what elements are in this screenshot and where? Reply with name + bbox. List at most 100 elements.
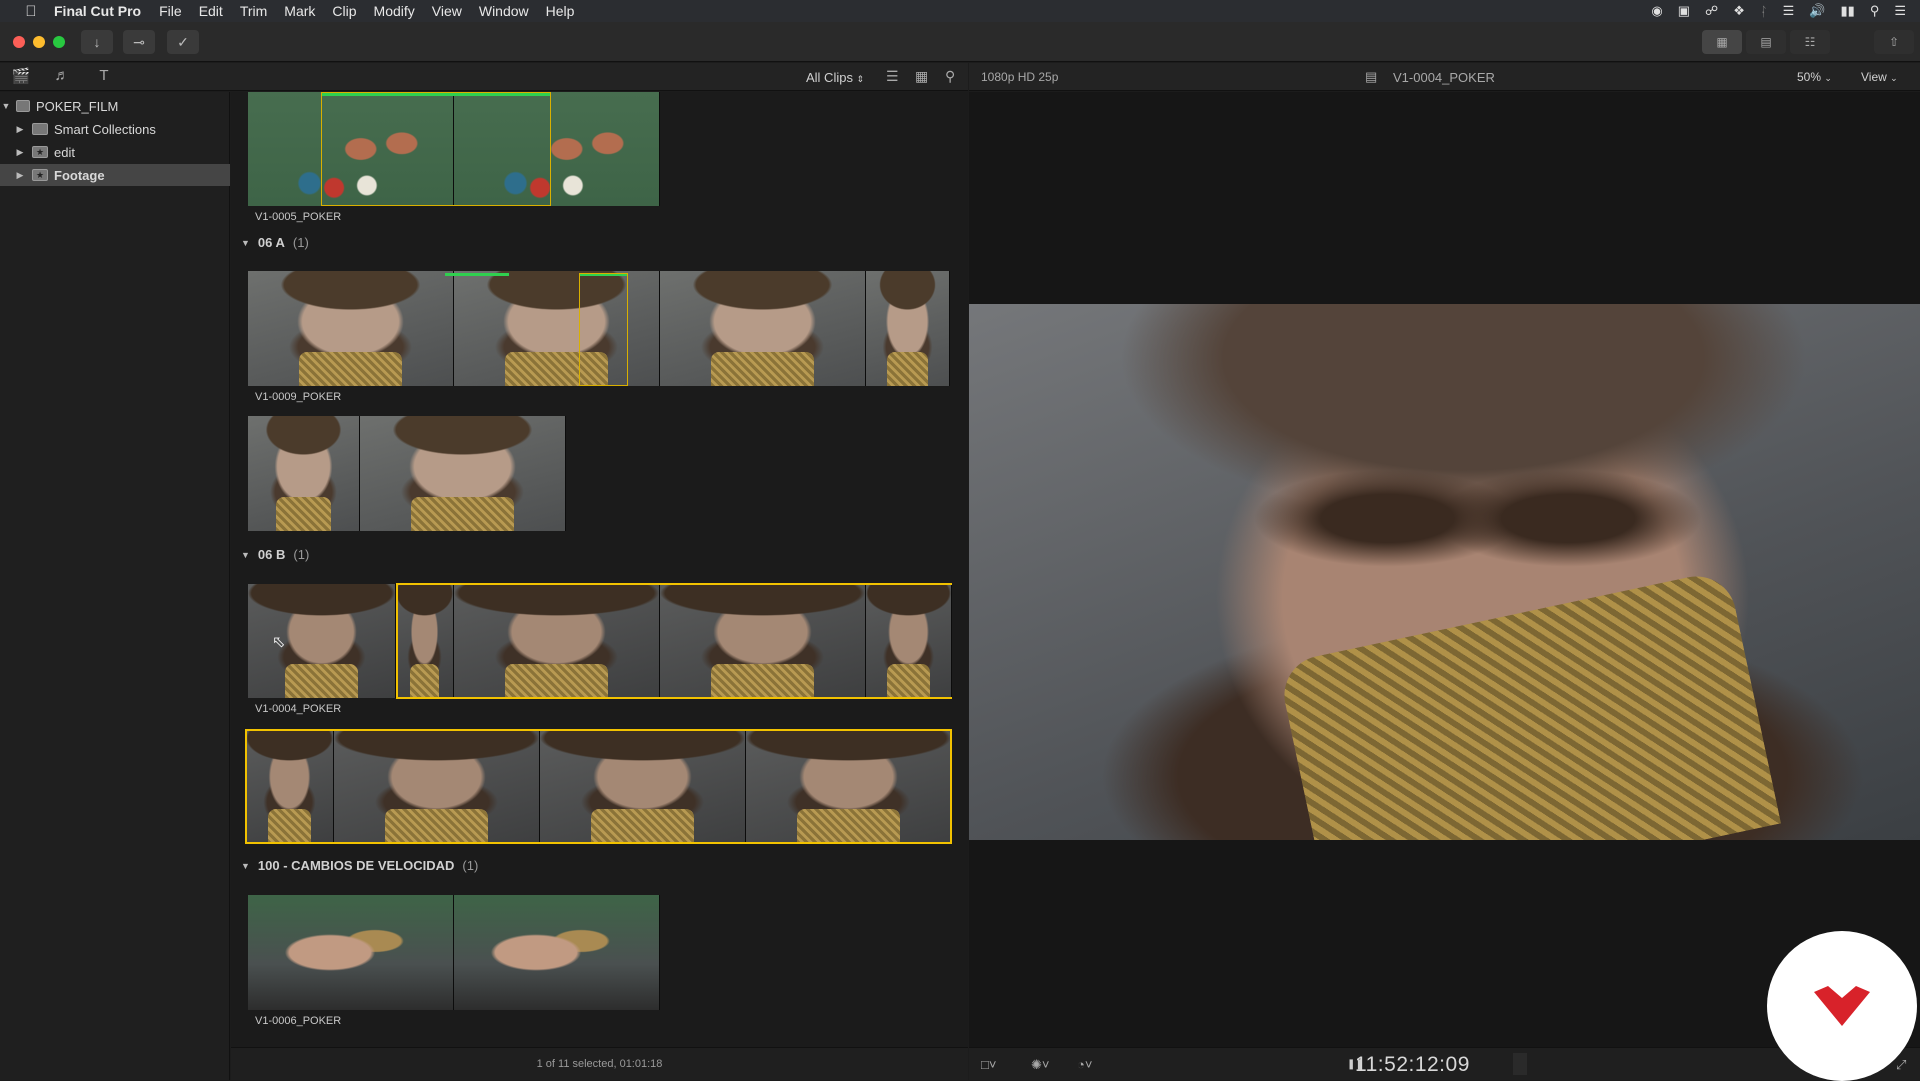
volume-icon[interactable]: 🔊 bbox=[1809, 3, 1825, 19]
section-title: 06 A bbox=[257, 235, 285, 250]
menu-modify[interactable]: Modify bbox=[374, 3, 415, 19]
menu-window[interactable]: Window bbox=[479, 3, 529, 19]
sidebar-item-label: Smart Collections bbox=[54, 121, 156, 137]
show-inspector-button[interactable]: ☷ bbox=[1790, 30, 1830, 54]
zoom-level: 50% bbox=[1797, 70, 1822, 84]
record-icon[interactable]: ◉ bbox=[1651, 3, 1662, 19]
sidebar-item-label: Footage bbox=[54, 167, 105, 183]
browser-status-bar: 1 of 11 selected, 01:01:18 bbox=[231, 1047, 968, 1080]
clip-thumbnail bbox=[454, 895, 660, 1010]
viewer-canvas[interactable] bbox=[969, 92, 1920, 1047]
enhancements-icon[interactable]: ✺˅ bbox=[1031, 1057, 1049, 1073]
list-view-icon[interactable]: ☰ bbox=[886, 68, 899, 85]
libraries-clapper-icon[interactable]: 🎬 bbox=[10, 67, 32, 87]
view-dropdown[interactable]: View ⌄ bbox=[1861, 70, 1898, 84]
clip-filmstrip-v1-0004-continued[interactable] bbox=[246, 729, 952, 843]
clip-filter-dropdown[interactable]: All Clips ⇕ bbox=[806, 70, 864, 85]
disclosure-triangle-icon[interactable]: ▼ bbox=[241, 861, 250, 871]
menu-trim[interactable]: Trim bbox=[240, 3, 267, 19]
transform-tool-icon[interactable]: □˅ bbox=[981, 1057, 996, 1072]
minimize-window-button[interactable] bbox=[33, 36, 45, 48]
viewer-controls-bar: □˅ ✺˅ ◔˅ ❚❚ 11:52:12:09 ⤢ bbox=[969, 1047, 1920, 1080]
notification-center-icon[interactable]: ☰ bbox=[1894, 3, 1906, 19]
keywords-button[interactable]: ⊸ bbox=[123, 30, 155, 54]
menu-clip[interactable]: Clip bbox=[332, 3, 356, 19]
library-poker-film[interactable]: ▼ POKER_FILM bbox=[0, 95, 230, 117]
library-label: POKER_FILM bbox=[36, 98, 119, 114]
creative-cloud-icon[interactable]: ☍ bbox=[1705, 3, 1718, 19]
battery-icon[interactable]: ▮▮ bbox=[1841, 3, 1855, 19]
menu-app-name[interactable]: Final Cut Pro bbox=[54, 3, 141, 19]
filmstrip-icon: ▤ bbox=[1365, 69, 1378, 84]
libraries-sidebar: ▼ POKER_FILM ▶ Smart Collections ▶ ★ edi… bbox=[0, 92, 230, 1080]
section-header-100[interactable]: ▼ 100 - CAMBIOS DE VELOCIDAD (1) bbox=[241, 858, 478, 873]
bluetooth-icon[interactable]: ᛛ bbox=[1760, 4, 1768, 19]
disclosure-triangle-icon[interactable]: ▶ bbox=[14, 124, 26, 135]
search-icon[interactable]: ⚲ bbox=[945, 68, 955, 85]
dropbox-icon[interactable]: ❖ bbox=[1733, 3, 1745, 19]
retiming-speed-icon[interactable]: ◔˅ bbox=[1077, 1057, 1092, 1072]
clip-filmstrip-v1-0005[interactable] bbox=[248, 92, 660, 206]
viewer-format: 1080p HD 25p bbox=[981, 70, 1059, 84]
sidebar-item-footage[interactable]: ▶ ★ Footage bbox=[0, 164, 230, 186]
clip-filmstrip-v1-0004[interactable] bbox=[248, 584, 952, 698]
timeline-icon: ▤ bbox=[1760, 35, 1772, 49]
clip-name: V1-0004_POKER bbox=[255, 703, 342, 715]
library-icon bbox=[16, 100, 30, 112]
apple-menu-icon[interactable]:  bbox=[20, 3, 42, 20]
clip-thumbnail bbox=[360, 416, 566, 531]
disclosure-triangle-icon[interactable]: ▼ bbox=[241, 550, 250, 560]
show-timeline-button[interactable]: ▤ bbox=[1746, 30, 1786, 54]
browser-grid-icon: ▦ bbox=[1716, 35, 1728, 49]
favorite-marker bbox=[321, 93, 551, 96]
clip-browser: V1-0005_POKER ▼ 06 A (1) V1-0009_POKER ▼… bbox=[231, 92, 968, 1047]
viewer-header: 1080p HD 25p ▤ V1-0004_POKER 50% ⌄ View … bbox=[969, 63, 1920, 91]
clip-filmstrip-v1-0006[interactable] bbox=[248, 895, 660, 1010]
clip-thumbnail bbox=[334, 729, 540, 843]
titles-generators-icon[interactable]: T bbox=[93, 67, 115, 87]
background-tasks-button[interactable]: ✓ bbox=[167, 30, 199, 54]
import-button[interactable]: ↓ bbox=[81, 30, 113, 54]
clip-thumbnail bbox=[454, 584, 660, 698]
section-count: (1) bbox=[462, 858, 479, 873]
share-button[interactable]: ⇧ bbox=[1874, 30, 1914, 54]
heart-logo-icon bbox=[1814, 986, 1870, 1026]
spotlight-search-icon[interactable]: ⚲ bbox=[1870, 3, 1880, 19]
clip-filmstrip-v1-0009-continued[interactable] bbox=[248, 416, 566, 531]
mouse-cursor-icon: ⬁ bbox=[272, 634, 286, 651]
clip-thumbnail bbox=[454, 271, 660, 386]
folder-icon bbox=[32, 123, 48, 135]
clip-thumbnail bbox=[660, 271, 866, 386]
section-count: (1) bbox=[292, 235, 309, 250]
clip-name: V1-0009_POKER bbox=[255, 391, 342, 403]
wifi-icon[interactable]: ☰ bbox=[1783, 3, 1795, 19]
disclosure-triangle-icon[interactable]: ▶ bbox=[14, 147, 26, 158]
section-header-06b[interactable]: ▼ 06 B (1) bbox=[241, 547, 309, 562]
clip-filmstrip-v1-0009[interactable] bbox=[248, 271, 950, 386]
close-window-button[interactable] bbox=[13, 36, 25, 48]
clip-thumbnail bbox=[866, 271, 950, 386]
menu-status-area: ◉ ▣ ☍ ❖ ᛛ ☰ 🔊 ▮▮ ⚲ ☰ bbox=[1651, 0, 1906, 22]
show-browser-button[interactable]: ▦ bbox=[1702, 30, 1742, 54]
clip-appearance-icon[interactable]: ▦ bbox=[915, 68, 928, 85]
disclosure-triangle-icon[interactable]: ▼ bbox=[0, 101, 12, 111]
menu-edit[interactable]: Edit bbox=[199, 3, 223, 19]
fullscreen-icon[interactable]: ⤢ bbox=[1896, 1057, 1906, 1073]
sidebar-item-label: edit bbox=[54, 144, 75, 160]
sidebar-item-smart-collections[interactable]: ▶ Smart Collections bbox=[0, 118, 230, 140]
timecode-display: 11:52:12:09 bbox=[1355, 1053, 1470, 1076]
disclosure-triangle-icon[interactable]: ▶ bbox=[14, 170, 26, 181]
zoom-dropdown[interactable]: 50% ⌄ bbox=[1797, 70, 1832, 84]
audio-meter bbox=[1513, 1053, 1527, 1075]
display-icon[interactable]: ▣ bbox=[1678, 3, 1690, 19]
menu-mark[interactable]: Mark bbox=[284, 3, 315, 19]
menu-help[interactable]: Help bbox=[546, 3, 575, 19]
sidebar-item-edit[interactable]: ▶ ★ edit bbox=[0, 141, 230, 163]
disclosure-triangle-icon[interactable]: ▼ bbox=[241, 238, 250, 248]
menu-file[interactable]: File bbox=[159, 3, 182, 19]
section-title: 06 B bbox=[257, 547, 286, 562]
menu-view[interactable]: View bbox=[432, 3, 462, 19]
section-header-06a[interactable]: ▼ 06 A (1) bbox=[241, 235, 309, 250]
photos-audio-icon[interactable]: ♬ bbox=[51, 67, 73, 87]
zoom-window-button[interactable] bbox=[53, 36, 65, 48]
